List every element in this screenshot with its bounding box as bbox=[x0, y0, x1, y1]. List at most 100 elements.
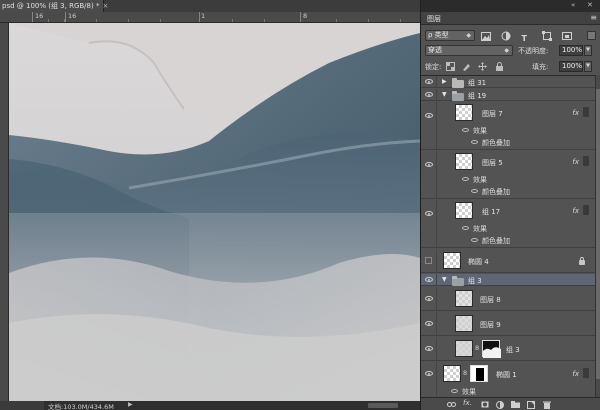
layers-panel-title: 图层 bbox=[427, 15, 441, 23]
effect-eye-icon[interactable] bbox=[471, 238, 478, 242]
mask-link-icon[interactable]: 8 bbox=[475, 344, 479, 352]
visibility-toggle[interactable] bbox=[421, 76, 437, 87]
visibility-toggle[interactable] bbox=[421, 287, 437, 310]
layers-panel-tab[interactable]: 图层 ≡ bbox=[421, 12, 600, 25]
adjustment-filter-icon[interactable] bbox=[501, 31, 512, 41]
panel-dock-strip: « ✕ bbox=[421, 0, 600, 12]
layer-row-ellipse-4[interactable]: 椭圆 4 bbox=[421, 249, 595, 273]
lock-position-icon[interactable] bbox=[478, 62, 488, 71]
filter-kind-select[interactable]: ρ 类型 ◆ bbox=[425, 30, 475, 41]
visibility-toggle[interactable] bbox=[421, 102, 437, 149]
blend-mode-select[interactable]: 穿透 ◆ bbox=[425, 45, 513, 56]
effects-toggle-icon[interactable] bbox=[583, 107, 589, 117]
effects-label: 效果 bbox=[473, 127, 487, 135]
effects-label: 效果 bbox=[473, 225, 487, 233]
blend-row: 穿透 ◆ 不透明度: 100% ▼ bbox=[421, 43, 600, 57]
mask-link-icon[interactable]: 8 bbox=[463, 369, 467, 377]
ruler-label: 8 bbox=[303, 12, 308, 20]
close-tab-icon[interactable]: × bbox=[102, 2, 108, 10]
smart-object-filter-icon[interactable] bbox=[561, 31, 573, 41]
opacity-dropdown-arrow[interactable]: ▼ bbox=[584, 45, 592, 56]
layer-thumbnail bbox=[455, 153, 473, 170]
link-layers-icon[interactable] bbox=[447, 401, 456, 408]
visibility-toggle[interactable] bbox=[421, 89, 437, 100]
effects-eye-icon[interactable] bbox=[462, 128, 469, 132]
layers-scroll-thumb[interactable] bbox=[596, 89, 600, 379]
document-tab-bar: psd @ 100% (组 3, RGB/8) * × bbox=[0, 0, 420, 12]
collapse-arrow-icon[interactable]: ▼ bbox=[442, 91, 447, 98]
lock-all-icon[interactable] bbox=[495, 62, 504, 71]
new-group-icon[interactable] bbox=[511, 401, 520, 408]
effect-eye-icon[interactable] bbox=[471, 189, 478, 193]
layer-row-layer-7[interactable]: 图层 7 fx 效果 颜色叠加 bbox=[421, 102, 595, 150]
document-tab[interactable]: psd @ 100% (组 3, RGB/8) * × bbox=[0, 0, 108, 12]
visibility-toggle[interactable] bbox=[421, 362, 437, 397]
effects-toggle-icon[interactable] bbox=[583, 205, 589, 215]
effect-eye-icon[interactable] bbox=[471, 140, 478, 144]
horizontal-scroll-thumb[interactable] bbox=[368, 403, 398, 408]
adjustment-layer-icon[interactable] bbox=[496, 401, 504, 409]
layer-thumbnail bbox=[455, 290, 473, 307]
ruler-tick bbox=[65, 12, 66, 22]
shape-filter-icon[interactable] bbox=[541, 31, 553, 41]
effects-toggle-icon[interactable] bbox=[583, 156, 589, 166]
layer-row-group-17[interactable]: 组 17 fx 效果 颜色叠加 bbox=[421, 200, 595, 248]
zoom-field[interactable] bbox=[0, 401, 44, 410]
layer-row-layer-8[interactable]: 图层 8 bbox=[421, 287, 595, 311]
eye-icon bbox=[425, 277, 433, 282]
visibility-toggle[interactable] bbox=[421, 312, 437, 335]
collapse-icon[interactable]: « bbox=[571, 1, 575, 9]
fx-badge[interactable]: fx bbox=[572, 158, 579, 166]
effects-eye-icon[interactable] bbox=[451, 389, 458, 393]
layer-row-ellipse-1[interactable]: 8 椭圆 1 fx 效果 bbox=[421, 362, 595, 397]
mask-thumbnail[interactable] bbox=[470, 365, 488, 382]
layers-list[interactable]: ▶ 组 31 ▼ 组 19 图层 7 fx 效果 颜色叠加 图层 5 fx 效果… bbox=[421, 75, 595, 397]
layer-row-group-3-masked[interactable]: 8 组 3 bbox=[421, 337, 595, 361]
fill-dropdown-arrow[interactable]: ▼ bbox=[584, 61, 592, 72]
layer-name: 椭圆 1 bbox=[496, 371, 517, 379]
layer-row-group-31[interactable]: ▶ 组 31 bbox=[421, 76, 595, 88]
opacity-input[interactable]: 100% bbox=[559, 45, 583, 56]
effects-toggle-icon[interactable] bbox=[583, 368, 589, 378]
visibility-toggle[interactable] bbox=[421, 151, 437, 198]
visibility-toggle[interactable] bbox=[421, 274, 437, 285]
lock-transparent-icon[interactable] bbox=[446, 62, 455, 71]
collapse-arrow-icon[interactable]: ▼ bbox=[442, 276, 447, 283]
effects-eye-icon[interactable] bbox=[462, 177, 469, 181]
fx-icon[interactable]: fx. bbox=[463, 399, 475, 407]
expand-arrow-icon[interactable]: ▶ bbox=[442, 78, 447, 85]
document-size-info[interactable]: 文档:103.0M/434.6M bbox=[48, 401, 114, 410]
layer-row-group-19[interactable]: ▼ 组 19 bbox=[421, 89, 595, 101]
lock-icon bbox=[579, 257, 585, 265]
visibility-toggle[interactable] bbox=[421, 337, 437, 360]
effects-eye-icon[interactable] bbox=[462, 226, 469, 230]
layers-scrollbar[interactable] bbox=[595, 75, 600, 397]
ruler-label: 1 bbox=[201, 12, 206, 20]
horizontal-ruler[interactable]: 16 16 1 8 bbox=[0, 12, 420, 23]
layer-name: 组 17 bbox=[482, 208, 501, 216]
fx-badge[interactable]: fx bbox=[572, 207, 579, 215]
panel-menu-icon[interactable]: ≡ bbox=[590, 13, 597, 22]
layer-row-layer-5[interactable]: 图层 5 fx 效果 颜色叠加 bbox=[421, 151, 595, 199]
eye-icon bbox=[425, 113, 433, 118]
vertical-ruler[interactable] bbox=[0, 23, 9, 401]
layer-row-group-3[interactable]: ▼ 组 3 bbox=[421, 274, 595, 286]
lock-paint-icon[interactable] bbox=[462, 62, 471, 71]
document-canvas[interactable] bbox=[9, 23, 420, 401]
visibility-toggle[interactable] bbox=[421, 249, 437, 272]
fill-input[interactable]: 100% bbox=[559, 61, 583, 72]
new-layer-icon[interactable] bbox=[527, 401, 535, 409]
fx-badge[interactable]: fx bbox=[572, 370, 579, 378]
status-menu-arrow-icon[interactable]: ▶ bbox=[128, 401, 133, 408]
delete-layer-icon[interactable] bbox=[543, 401, 551, 409]
filter-toggle-switch[interactable] bbox=[587, 31, 596, 40]
canvas-artwork bbox=[9, 23, 420, 401]
layer-row-layer-9[interactable]: 图层 9 bbox=[421, 312, 595, 336]
visibility-toggle[interactable] bbox=[421, 200, 437, 247]
hidden-visibility-box bbox=[425, 257, 432, 264]
mask-thumbnail[interactable] bbox=[482, 340, 501, 358]
close-icon[interactable]: ✕ bbox=[587, 1, 593, 9]
image-filter-icon[interactable] bbox=[481, 32, 492, 42]
fx-badge[interactable]: fx bbox=[572, 109, 579, 117]
add-mask-icon[interactable] bbox=[481, 401, 489, 408]
